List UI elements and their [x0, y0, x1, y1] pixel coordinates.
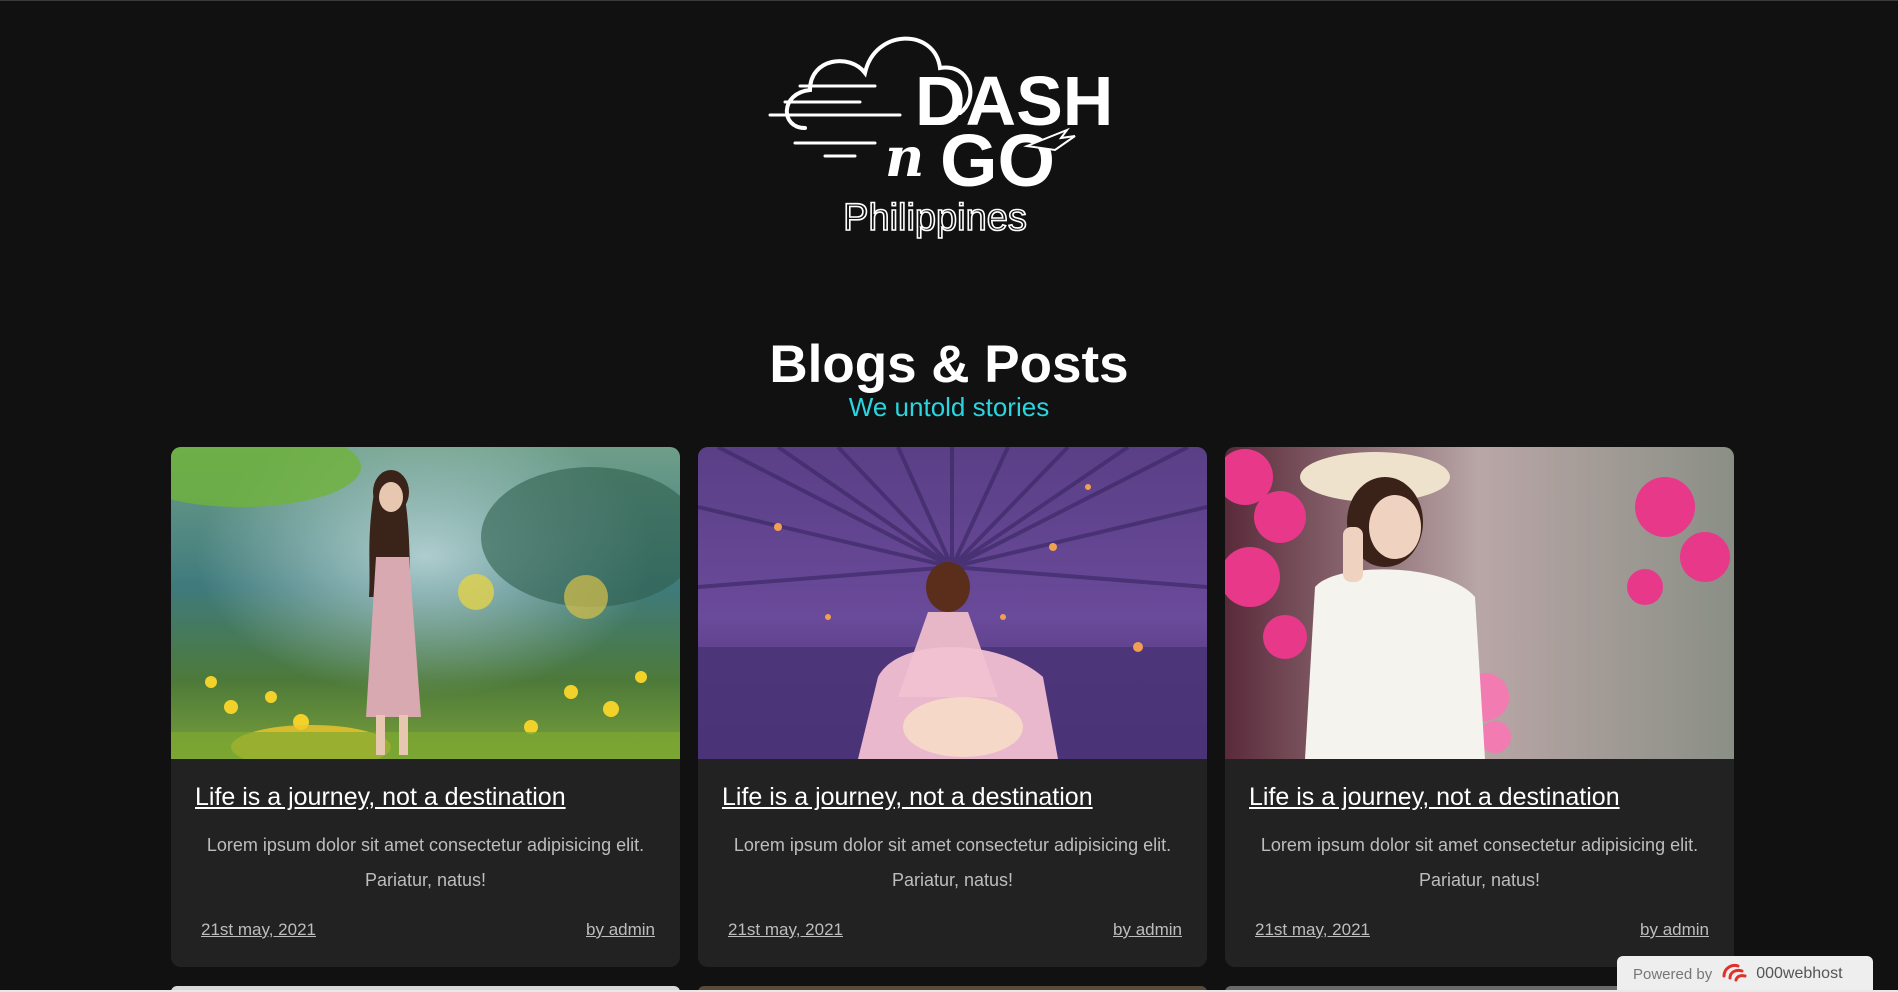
post-title-link[interactable]: Life is a journey, not a destination [722, 783, 1093, 812]
woman-in-lavender-field-image[interactable] [698, 447, 1207, 759]
post-title-link[interactable]: Life is a journey, not a destination [195, 783, 566, 812]
post-excerpt-line: Lorem ipsum dolor sit amet consectetur a… [206, 835, 645, 855]
post-author-link[interactable]: by admin [1640, 920, 1709, 940]
logo-wordmark-n: n [885, 125, 924, 189]
woman-in-flower-meadow-image[interactable] [171, 447, 680, 759]
section-title: Blogs & Posts [769, 335, 1129, 394]
post-date-link[interactable]: 21st may, 2021 [728, 920, 843, 940]
post-excerpt-line: Lorem ipsum dolor sit amet consectetur a… [1260, 835, 1699, 855]
000webhost-logo-icon [1720, 962, 1748, 986]
logo-wordmark-go: GO [940, 119, 1055, 202]
post-excerpt: Lorem ipsum dolor sit amet consectetur a… [728, 828, 1177, 898]
post-excerpt-line: Pariatur, natus! [1418, 870, 1541, 890]
section-subtitle: We untold stories [848, 392, 1050, 422]
post-excerpt-line: Lorem ipsum dolor sit amet consectetur a… [733, 835, 1172, 855]
post-excerpt: Lorem ipsum dolor sit amet consectetur a… [1255, 828, 1704, 898]
post-date-link[interactable]: 21st may, 2021 [201, 920, 316, 940]
logo-tagline: Philippines [843, 197, 1027, 239]
post-author-link[interactable]: by admin [586, 920, 655, 940]
post-excerpt-line: Pariatur, natus! [364, 870, 487, 890]
post-excerpt: Lorem ipsum dolor sit amet consectetur a… [201, 828, 650, 898]
woman-with-pink-flowers-image[interactable] [1225, 447, 1734, 759]
post-author-link[interactable]: by admin [1113, 920, 1182, 940]
blog-card[interactable]: Life is a journey, not a destination Lor… [698, 447, 1207, 967]
blog-card[interactable]: Life is a journey, not a destination Lor… [171, 447, 680, 967]
post-title-link[interactable]: Life is a journey, not a destination [1249, 783, 1620, 812]
powered-by-badge[interactable]: Powered by 000webhost [1617, 956, 1873, 992]
site-logo[interactable]: DASH n GO Philippines [765, 18, 1145, 248]
blog-card[interactable]: Life is a journey, not a destination Lor… [1225, 447, 1734, 967]
badge-prefix: Powered by [1633, 965, 1713, 983]
logo-graphic: DASH n GO Philippines [768, 36, 1113, 240]
post-excerpt-line: Pariatur, natus! [891, 870, 1014, 890]
post-date-link[interactable]: 21st may, 2021 [1255, 920, 1370, 940]
top-border [0, 0, 1898, 1]
badge-brand: 000webhost [1756, 965, 1843, 982]
